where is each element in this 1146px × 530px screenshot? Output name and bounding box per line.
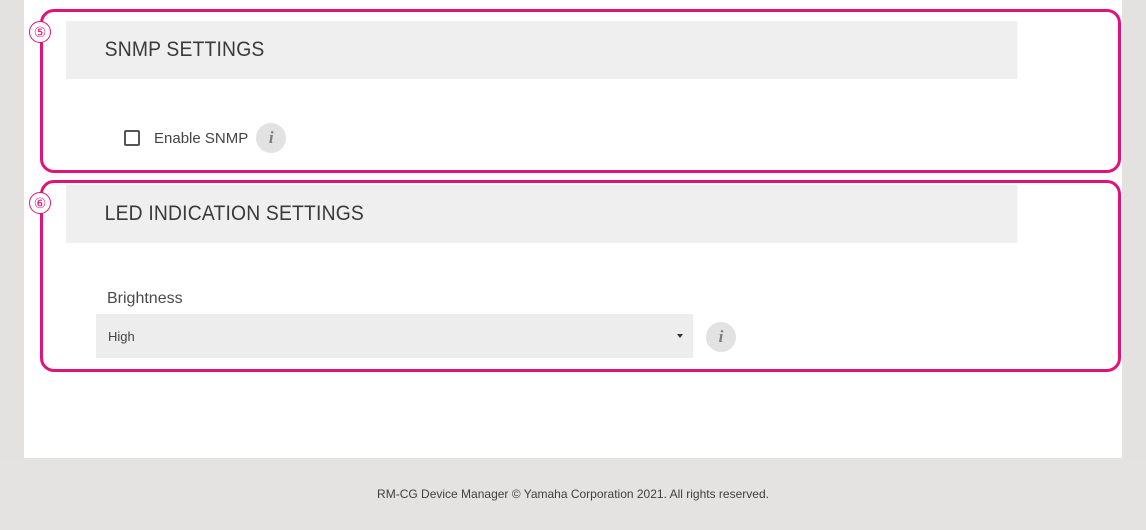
callout-number-6: ⑥ bbox=[29, 192, 51, 214]
snmp-callout-frame bbox=[40, 9, 1121, 173]
footer: RM-CG Device Manager © Yamaha Corporatio… bbox=[0, 458, 1146, 530]
led-callout-frame bbox=[40, 180, 1121, 372]
footer-copyright: RM-CG Device Manager © Yamaha Corporatio… bbox=[377, 487, 769, 501]
callout-number-5: ⑤ bbox=[29, 21, 51, 43]
